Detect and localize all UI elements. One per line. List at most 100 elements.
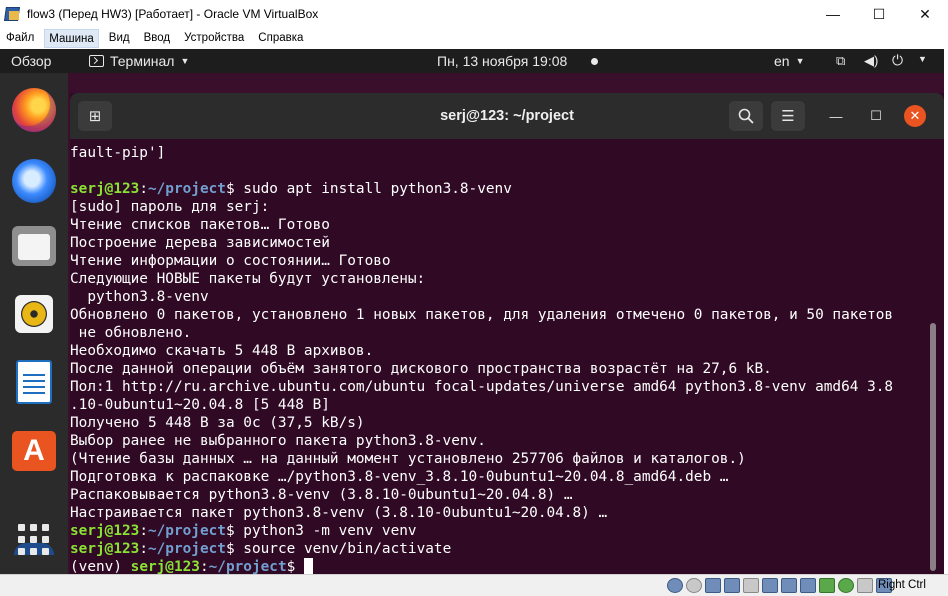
terminal-minimize-button[interactable]: —: [826, 106, 846, 126]
network-adapter-icon[interactable]: [724, 578, 740, 593]
terminal-output-line: Построение дерева зависимостей: [70, 234, 932, 252]
terminal-output-line: Выбор ранее не выбранного пакета python3…: [70, 432, 932, 450]
close-button[interactable]: ✕: [902, 0, 948, 28]
search-button[interactable]: [729, 101, 763, 131]
menu-view[interactable]: Вид: [105, 29, 134, 48]
prompt-symbol: $: [225, 181, 244, 197]
usb-icon[interactable]: [743, 578, 759, 593]
keyboard-layout-label: en: [774, 53, 790, 69]
thunderbird-icon[interactable]: [10, 157, 58, 205]
output-text: Чтение списков пакетов… Готово: [70, 217, 330, 233]
display-icon[interactable]: [781, 578, 797, 593]
output-text: Настраивается пакет python3.8-venv (3.8.…: [70, 505, 608, 521]
terminal-prompt-line: serj@123:~/project$ sudo apt install pyt…: [70, 180, 932, 198]
terminal-output-line: Обновлено 0 пакетов, установлено 1 новых…: [70, 306, 932, 324]
output-text: Выбор ранее не выбранного пакета python3…: [70, 433, 486, 449]
text-cursor: [303, 558, 313, 574]
clock[interactable]: Пн, 13 ноября 19:08: [437, 53, 567, 69]
power-icon[interactable]: ⏻: [892, 52, 903, 69]
files-icon[interactable]: [10, 222, 58, 270]
cpu-activity-icon[interactable]: [819, 578, 835, 593]
terminal-prompt-line: serj@123:~/project$ python3 -m venv venv: [70, 522, 932, 540]
prompt-user: serj@123: [70, 541, 140, 557]
output-text: Получено 5 448 B за 0c (37,5 kB/s): [70, 415, 365, 431]
output-text: (Чтение базы данных … на данный момент у…: [70, 451, 746, 467]
new-tab-button[interactable]: ⊞: [78, 101, 112, 131]
gnome-top-bar: Обзор Терминал ▼ Пн, 13 ноября 19:08 en …: [0, 49, 944, 73]
notification-dot-icon: [591, 58, 598, 65]
menu-input[interactable]: Ввод: [140, 29, 175, 48]
terminal-output-line: не обновлено.: [70, 324, 932, 342]
host-title-bar: flow3 (Перед HW3) [Работает] - Oracle VM…: [0, 0, 948, 28]
output-text: fault-pip']: [70, 145, 166, 161]
guest-additions-icon[interactable]: [838, 578, 854, 593]
terminal-prompt-line: (venv) serj@123:~/project$: [70, 558, 932, 574]
prompt-path: ~/project: [208, 559, 287, 574]
ubuntu-software-icon[interactable]: A: [10, 427, 58, 475]
output-text: [sudo] пароль для serj:: [70, 199, 270, 215]
prompt-symbol: $: [225, 541, 244, 557]
terminal-output-line: [sudo] пароль для serj:: [70, 198, 932, 216]
prompt-user: serj@123: [130, 559, 200, 574]
rhythmbox-icon[interactable]: [10, 290, 58, 338]
menu-file[interactable]: Файл: [2, 29, 38, 48]
output-text: не обновлено.: [70, 325, 192, 341]
minimize-button[interactable]: —: [810, 0, 856, 28]
terminal-title: serj@123: ~/project: [440, 108, 574, 124]
menu-devices[interactable]: Устройства: [180, 29, 248, 48]
terminal-scrollbar[interactable]: [930, 323, 936, 571]
output-text: Обновлено 0 пакетов, установлено 1 новых…: [70, 307, 894, 323]
audio-icon[interactable]: [705, 578, 721, 593]
terminal-output-line: Пол:1 http://ru.archive.ubuntu.com/ubunt…: [70, 378, 932, 396]
search-icon: [738, 108, 754, 124]
output-text: python3.8-venv: [70, 289, 209, 305]
terminal-output-line: Получено 5 448 B за 0c (37,5 kB/s): [70, 414, 932, 432]
terminal-output-line: Чтение списков пакетов… Готово: [70, 216, 932, 234]
terminal-output-line: Настраивается пакет python3.8-venv (3.8.…: [70, 504, 932, 522]
terminal-output-line: .10-0ubuntu1~20.04.8 [5 448 B]: [70, 396, 932, 414]
host-window-controls: — ☐ ✕: [810, 0, 948, 28]
terminal-window[interactable]: serj@123: ~/project ⊞ ☰ — ☐ ✕ fault-pip'…: [70, 93, 944, 574]
libreoffice-writer-icon[interactable]: [10, 358, 58, 406]
menu-machine[interactable]: Машина: [44, 29, 99, 48]
mouse-integration-icon[interactable]: [857, 578, 873, 593]
output-text: Следующие НОВЫЕ пакеты будут установлены…: [70, 271, 426, 287]
maximize-button[interactable]: ☐: [856, 0, 902, 28]
prompt-symbol: $: [225, 523, 244, 539]
output-text: .10-0ubuntu1~20.04.8 [5 448 B]: [70, 397, 330, 413]
terminal-output-line: python3.8-venv: [70, 288, 932, 306]
terminal-output-line: Чтение информации о состоянии… Готово: [70, 252, 932, 270]
menu-button[interactable]: ☰: [771, 101, 805, 131]
volume-icon[interactable]: ◀): [864, 53, 878, 69]
guest-display[interactable]: Обзор Терминал ▼ Пн, 13 ноября 19:08 en …: [0, 49, 944, 574]
video-capture-icon[interactable]: [800, 578, 816, 593]
prompt-separator: :: [139, 181, 148, 197]
hamburger-icon: ☰: [781, 108, 795, 125]
terminal-output[interactable]: fault-pip'] serj@123:~/project$ sudo apt …: [70, 139, 932, 574]
host-key-label: Right Ctrl: [878, 579, 926, 591]
menu-help[interactable]: Справка: [254, 29, 307, 48]
terminal-header-bar[interactable]: serj@123: ~/project ⊞ ☰ — ☐ ✕: [70, 93, 944, 139]
prompt-symbol: $: [286, 559, 304, 574]
network-icon[interactable]: ⧉: [836, 53, 845, 69]
firefox-icon[interactable]: [10, 86, 58, 134]
host-menu-bar: Файл Машина Вид Ввод Устройства Справка: [0, 28, 948, 49]
keyboard-layout-indicator[interactable]: en ▼: [774, 53, 805, 69]
activities-button[interactable]: Обзор: [11, 53, 51, 69]
show-applications-icon[interactable]: [10, 516, 58, 564]
terminal-maximize-button[interactable]: ☐: [866, 106, 886, 126]
close-icon: ✕: [909, 108, 921, 123]
shared-folders-icon[interactable]: [762, 578, 778, 593]
output-text: Подготовка к распаковке …/python3.8-venv…: [70, 469, 729, 485]
caret-down-icon: ▼: [795, 56, 805, 66]
terminal-close-button[interactable]: ✕: [904, 105, 926, 127]
prompt-path: ~/project: [147, 181, 226, 197]
virtualbox-app-icon: [4, 6, 21, 22]
terminal-output-line: После данной операции объём занятого дис…: [70, 360, 932, 378]
output-text: Распаковывается python3.8-venv (3.8.10-0…: [70, 487, 573, 503]
hard-disk-icon[interactable]: [667, 578, 683, 593]
terminal-output-line: Необходимо скачать 5 448 B архивов.: [70, 342, 932, 360]
optical-drive-icon[interactable]: [686, 578, 702, 593]
app-menu[interactable]: Терминал ▼: [89, 53, 189, 69]
